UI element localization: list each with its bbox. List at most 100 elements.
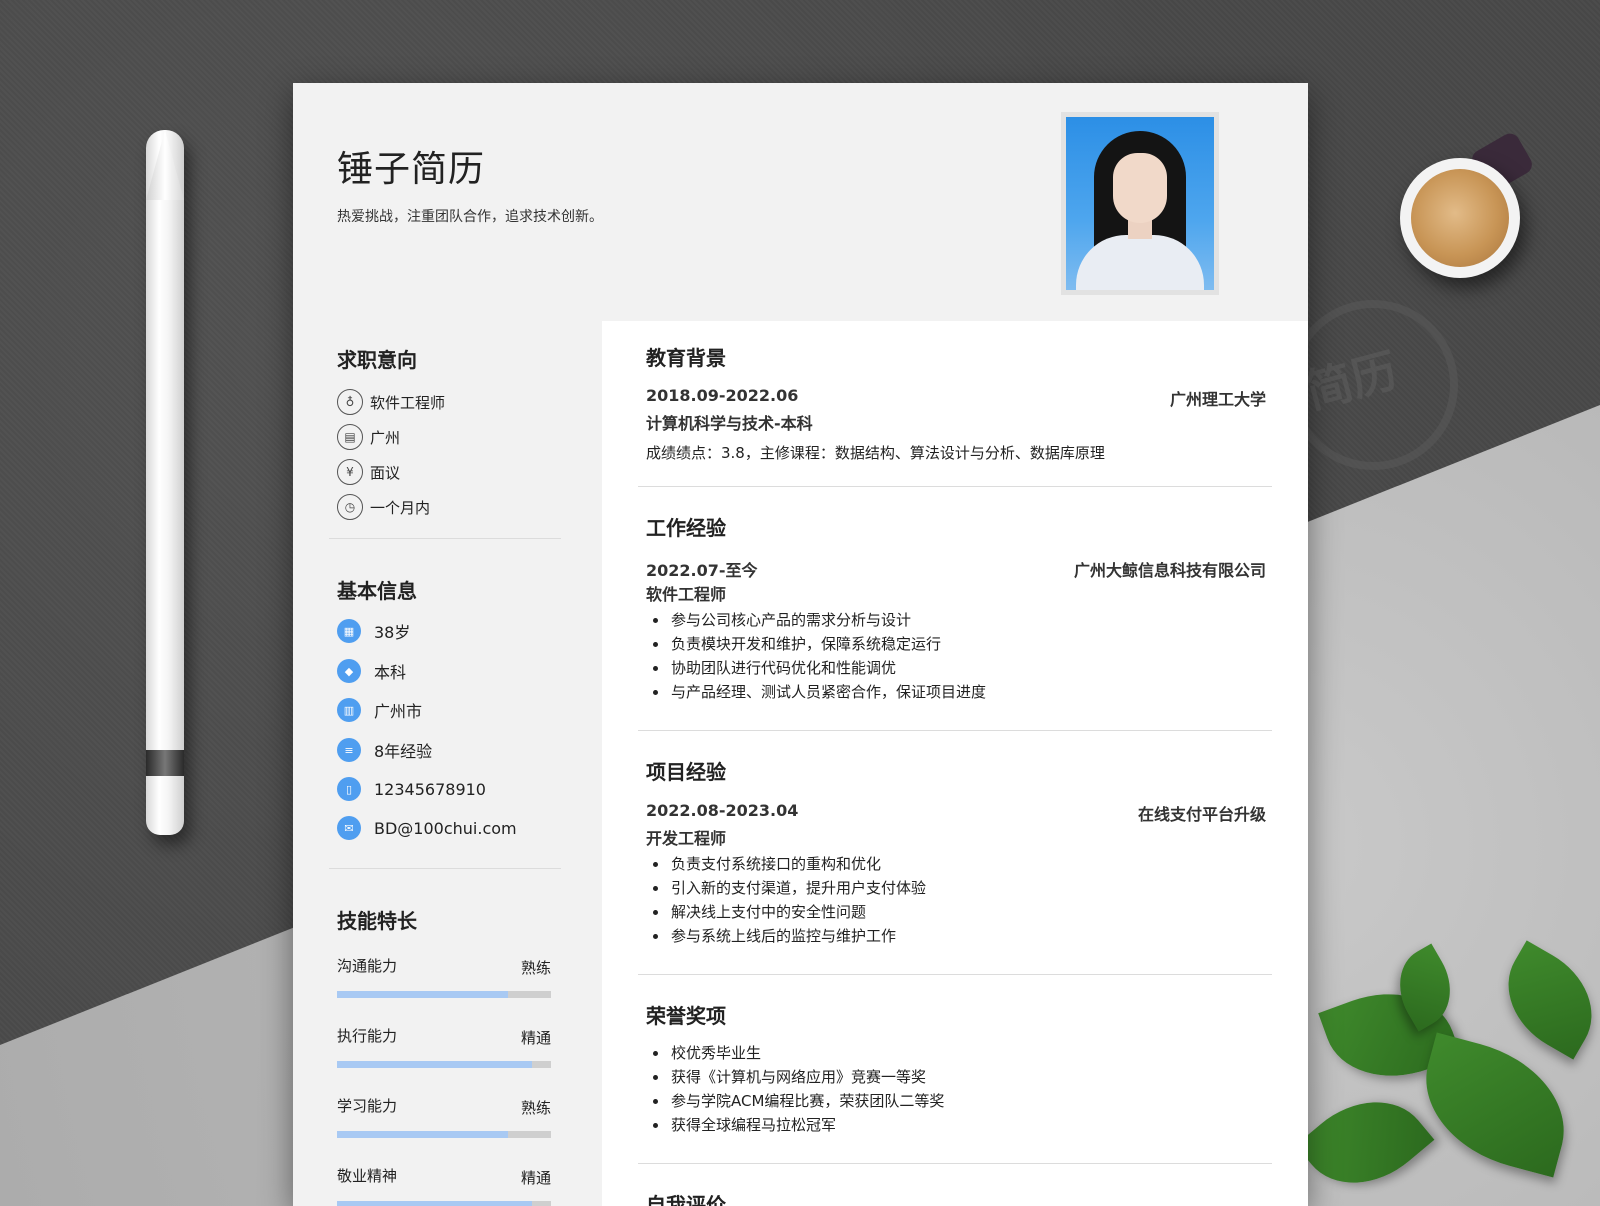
skill-name: 沟通能力 xyxy=(337,957,398,975)
skill-bar-fill xyxy=(337,1201,532,1206)
education-date: 2018.09-2022.06 xyxy=(646,386,799,405)
section-divider xyxy=(638,1163,1272,1164)
honors-title: 荣誉奖项 xyxy=(646,1004,726,1028)
intent-salary: 面议 xyxy=(370,463,401,482)
skill-level: 熟练 xyxy=(520,1099,551,1117)
section-divider xyxy=(329,538,561,539)
stylus-pencil-band xyxy=(146,750,184,776)
intent-item: ◷ 一个月内 xyxy=(337,493,430,521)
calendar-icon: ▦ xyxy=(337,619,361,643)
skill-level: 精通 xyxy=(520,1169,551,1187)
project-header: 2022.08-2023.04 在线支付平台升级 xyxy=(646,801,1266,824)
work-header: 2022.07-至今 广州大鲸信息科技有限公司 xyxy=(646,557,1266,580)
project-role: 开发工程师 xyxy=(646,829,727,848)
info-phone: 12345678910 xyxy=(374,779,486,799)
info-item: ≡ 8年经验 xyxy=(337,737,432,763)
profile-photo xyxy=(1061,112,1219,295)
skill-item: 沟通能力 熟练 xyxy=(337,955,551,999)
profile-photo-image xyxy=(1066,117,1214,290)
skill-item: 敬业精神 精通 xyxy=(337,1165,551,1206)
phone-icon: ▯ xyxy=(337,777,361,801)
intent-availability: 一个月内 xyxy=(370,498,431,517)
work-duties: 参与公司核心产品的需求分析与设计 负责模块开发和维护，保障系统稳定运行 协助团队… xyxy=(646,608,986,704)
info-age: 38岁 xyxy=(374,623,411,642)
list-item: 引入新的支付渠道，提升用户支付体验 xyxy=(646,876,926,900)
skill-item: 学习能力 熟练 xyxy=(337,1095,551,1139)
yuan-icon: ¥ xyxy=(337,459,363,485)
honors-list: 校优秀毕业生 获得《计算机与网络应用》竞赛一等奖 参与学院ACM编程比赛，荣获团… xyxy=(646,1041,944,1137)
skill-item: 执行能力 精通 xyxy=(337,1025,551,1069)
clock-icon: ◷ xyxy=(337,494,363,520)
email-icon: ✉ xyxy=(337,816,361,840)
self-eval-title: 自我评价 xyxy=(646,1193,726,1206)
skill-bar xyxy=(337,1201,551,1206)
info-item: ▯ 12345678910 xyxy=(337,776,486,802)
resume-page: 锤子简历 热爱挑战，注重团队合作，追求技术创新。 求职意向 ♁ 软件工程师 ▤ … xyxy=(293,83,1308,1206)
info-item: ▦ 38岁 xyxy=(337,618,410,644)
intent-item: ¥ 面议 xyxy=(337,458,400,486)
education-header: 2018.09-2022.06 广州理工大学 xyxy=(646,386,1266,409)
skill-bar-fill xyxy=(337,1061,532,1068)
list-item: 校优秀毕业生 xyxy=(646,1041,944,1065)
education-major: 计算机科学与技术-本科 xyxy=(646,414,813,433)
intent-item: ♁ 软件工程师 xyxy=(337,388,445,416)
project-title: 项目经验 xyxy=(646,760,726,784)
skill-bar xyxy=(337,1061,551,1068)
skill-bar-fill xyxy=(337,991,509,998)
right-column: 教育背景 2018.09-2022.06 广州理工大学 计算机科学与技术-本科 … xyxy=(602,321,1308,1206)
info-city: 广州市 xyxy=(374,702,423,721)
city-icon: ▥ xyxy=(337,698,361,722)
info-education: 本科 xyxy=(374,663,407,682)
skill-bar xyxy=(337,991,551,998)
skill-bar xyxy=(337,1131,551,1138)
resume-name: 锤子简历 xyxy=(337,149,486,190)
list-item: 负责模块开发和维护，保障系统稳定运行 xyxy=(646,632,986,656)
skill-level: 熟练 xyxy=(520,959,551,977)
list-item: 与产品经理、测试人员紧密合作，保证项目进度 xyxy=(646,680,986,704)
list-item: 协助团队进行代码优化和性能调优 xyxy=(646,656,986,680)
tie-icon: ♁ xyxy=(337,389,363,415)
skill-name: 执行能力 xyxy=(337,1027,398,1045)
section-divider xyxy=(329,868,561,869)
skill-level: 精通 xyxy=(520,1029,551,1047)
project-name: 在线支付平台升级 xyxy=(1137,805,1266,824)
building-icon: ▤ xyxy=(337,424,363,450)
info-item: ▥ 广州市 xyxy=(337,697,422,723)
work-date: 2022.07-至今 xyxy=(646,561,758,580)
list-item: 负责支付系统接口的重构和优化 xyxy=(646,852,926,876)
work-company: 广州大鲸信息科技有限公司 xyxy=(1073,561,1266,580)
job-intent-title: 求职意向 xyxy=(337,348,417,372)
basic-info-title: 基本信息 xyxy=(337,579,417,603)
graduation-cap-icon: ◆ xyxy=(337,659,361,683)
list-item: 解决线上支付中的安全性问题 xyxy=(646,900,926,924)
stylus-pencil xyxy=(146,130,184,835)
info-experience: 8年经验 xyxy=(374,742,433,761)
coffee xyxy=(1411,169,1509,267)
section-divider xyxy=(638,974,1272,975)
skills-title: 技能特长 xyxy=(337,909,417,933)
document-icon: ≡ xyxy=(337,738,361,762)
list-item: 参与系统上线后的监控与维护工作 xyxy=(646,924,926,948)
skill-bar-fill xyxy=(337,1131,509,1138)
list-item: 参与学院ACM编程比赛，荣获团队二等奖 xyxy=(646,1089,944,1113)
education-title: 教育背景 xyxy=(646,346,726,370)
list-item: 参与公司核心产品的需求分析与设计 xyxy=(646,608,986,632)
project-date: 2022.08-2023.04 xyxy=(646,801,799,820)
info-email: BD@100chui.com xyxy=(374,818,517,838)
info-item: ✉ BD@100chui.com xyxy=(337,815,517,841)
project-duties: 负责支付系统接口的重构和优化 引入新的支付渠道，提升用户支付体验 解决线上支付中… xyxy=(646,852,926,948)
intent-city: 广州 xyxy=(370,428,401,447)
section-divider xyxy=(638,486,1272,487)
info-item: ◆ 本科 xyxy=(337,658,406,684)
list-item: 获得全球编程马拉松冠军 xyxy=(646,1113,944,1137)
education-detail: 成绩绩点：3.8，主修课程：数据结构、算法设计与分析、数据库原理 xyxy=(646,444,1105,462)
skill-name: 学习能力 xyxy=(337,1097,398,1115)
list-item: 获得《计算机与网络应用》竞赛一等奖 xyxy=(646,1065,944,1089)
intent-position: 软件工程师 xyxy=(370,393,446,412)
work-title: 工作经验 xyxy=(646,516,726,540)
left-column: 求职意向 ♁ 软件工程师 ▤ 广州 ¥ 面议 ◷ 一个月内 基本信息 ▦ 38岁… xyxy=(293,318,602,1206)
intent-item: ▤ 广州 xyxy=(337,423,400,451)
education-school: 广州理工大学 xyxy=(1169,390,1266,409)
section-divider xyxy=(638,730,1272,731)
work-role: 软件工程师 xyxy=(646,585,727,604)
